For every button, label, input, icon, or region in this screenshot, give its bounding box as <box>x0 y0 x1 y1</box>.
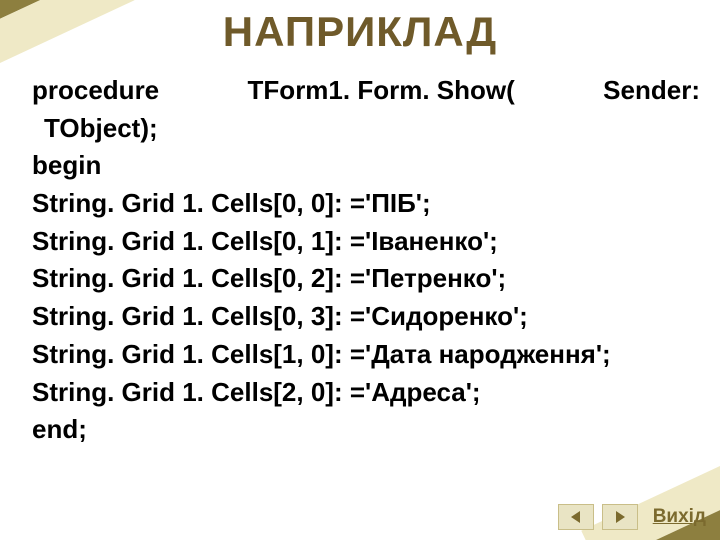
code-line: String. Grid 1. Cells[0, 1]: ='Іваненко'… <box>32 223 700 261</box>
code-block: procedure TForm1. Form. Show( Sender: TO… <box>32 72 700 449</box>
prev-button[interactable] <box>558 504 594 530</box>
procedure-signature-line1: procedure TForm1. Form. Show( Sender: <box>32 72 700 110</box>
exit-link[interactable]: Вихід <box>653 506 706 528</box>
code-line: String. Grid 1. Cells[1, 0]: ='Дата наро… <box>32 336 700 374</box>
triangle-right-icon <box>613 510 627 524</box>
next-button[interactable] <box>602 504 638 530</box>
code-line: String. Grid 1. Cells[0, 0]: ='ПІБ'; <box>32 185 700 223</box>
keyword-begin: begin <box>32 147 700 185</box>
slide: НАПРИКЛАД procedure TForm1. Form. Show( … <box>0 0 720 540</box>
code-line: String. Grid 1. Cells[2, 0]: ='Адреса'; <box>32 374 700 412</box>
keyword-end: end; <box>32 411 700 449</box>
param-tobject: TObject); <box>32 110 700 148</box>
keyword-procedure: procedure <box>32 72 159 110</box>
param-sender: Sender: <box>603 72 700 110</box>
procedure-name: TForm1. Form. Show( <box>248 72 515 110</box>
slide-nav <box>558 504 638 530</box>
code-line: String. Grid 1. Cells[0, 3]: ='Сидоренко… <box>32 298 700 336</box>
triangle-left-icon <box>569 510 583 524</box>
code-line: String. Grid 1. Cells[0, 2]: ='Петренко'… <box>32 260 700 298</box>
